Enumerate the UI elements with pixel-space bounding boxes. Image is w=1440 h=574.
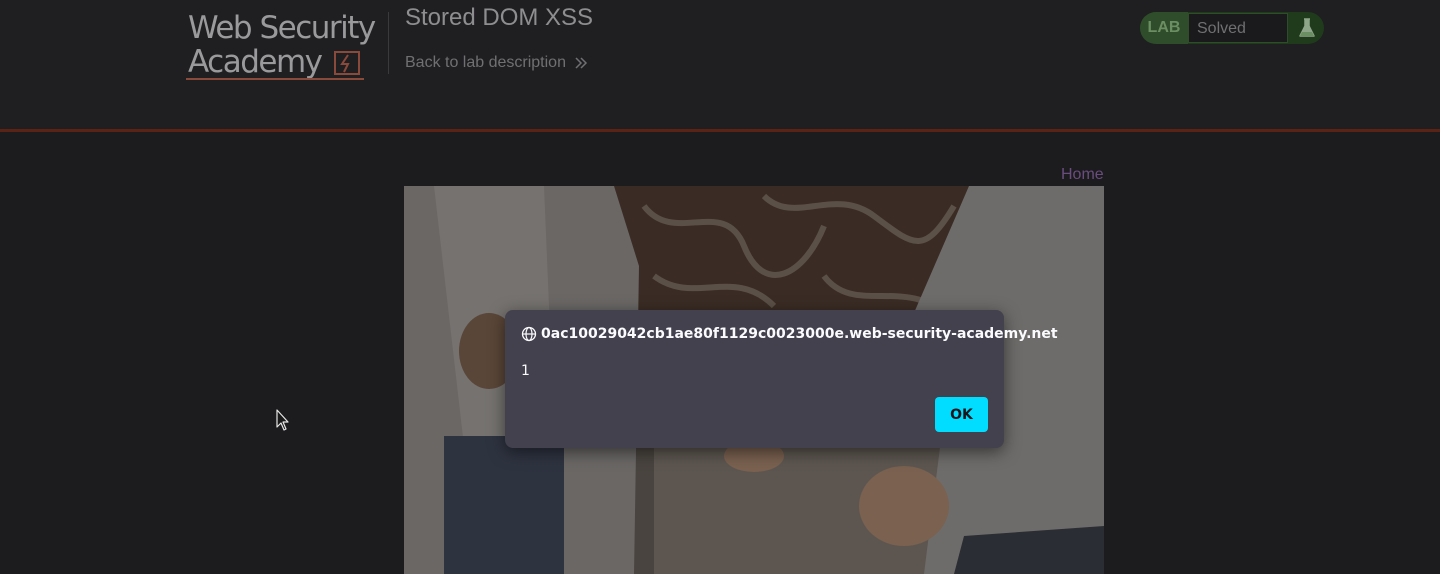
header: Web Security Academy Stored DOM XSS Back… — [0, 0, 1440, 132]
logo-bolt-icon — [334, 51, 360, 75]
logo-line2: Academy — [188, 44, 323, 80]
lab-badge: LAB — [1140, 12, 1188, 44]
header-divider — [388, 12, 389, 74]
back-link-label: Back to lab description — [405, 54, 566, 71]
globe-icon — [521, 326, 537, 342]
flask-icon — [1299, 18, 1315, 37]
lab-status-value: Solved — [1188, 13, 1288, 43]
mouse-cursor-icon — [276, 409, 289, 431]
logo-underline — [186, 78, 364, 80]
dialog-origin-text: 0ac10029042cb1ae80f1129c0023000e.web-sec… — [541, 326, 1058, 342]
page-background: Web Security Academy Stored DOM XSS Back… — [0, 0, 1440, 574]
back-to-lab-link[interactable]: Back to lab description — [405, 54, 588, 72]
nav-home-link[interactable]: Home — [1061, 166, 1104, 184]
dialog-origin: 0ac10029042cb1ae80f1129c0023000e.web-sec… — [521, 326, 1058, 342]
academy-logo[interactable]: Web Security Academy — [186, 8, 386, 84]
lab-title: Stored DOM XSS — [405, 4, 594, 31]
double-chevron-right-icon — [575, 57, 588, 69]
lab-status-widget: LAB Solved — [1140, 12, 1324, 44]
logo-line1: Web Security — [188, 10, 376, 46]
dialog-message: 1 — [521, 363, 530, 379]
alert-dialog: 0ac10029042cb1ae80f1129c0023000e.web-sec… — [505, 310, 1058, 448]
ok-button[interactable]: OK — [935, 397, 988, 432]
